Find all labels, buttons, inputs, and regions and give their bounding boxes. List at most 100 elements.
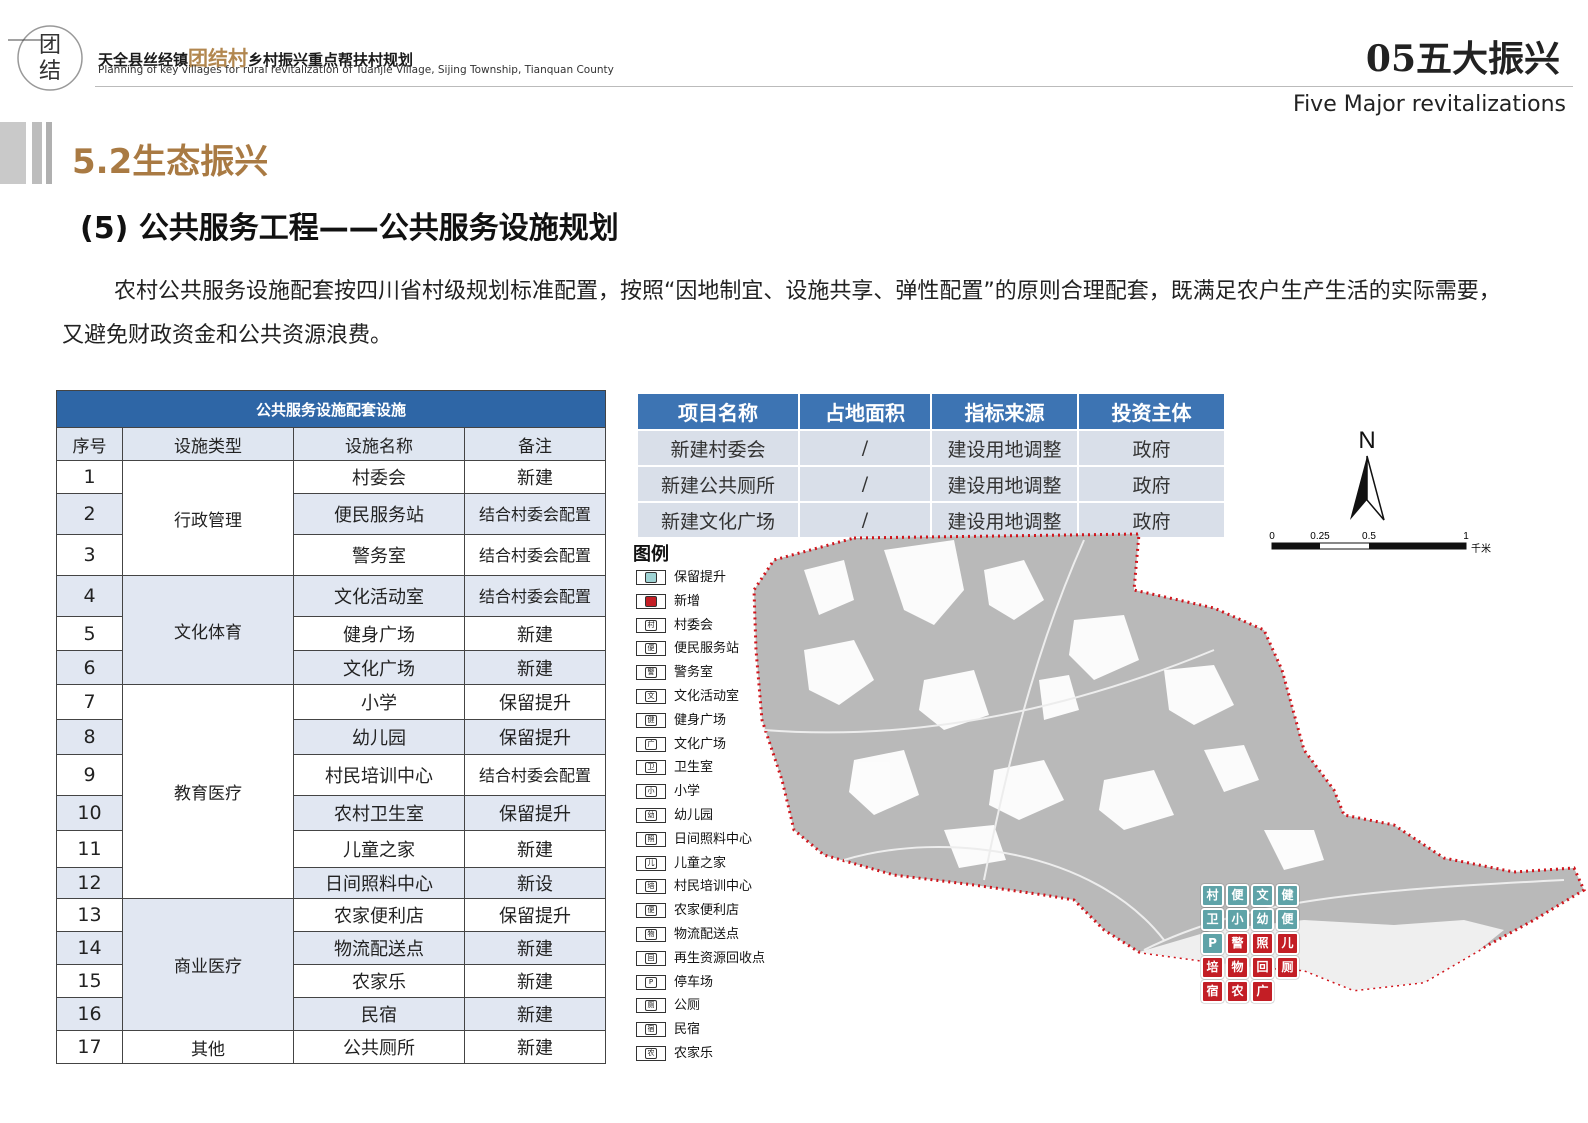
- legend-label: 农家乐: [674, 1046, 714, 1061]
- table-header: 设施类型: [122, 427, 294, 461]
- map-marker[interactable]: P: [1201, 932, 1224, 955]
- legend-symbol-icon: 回: [636, 950, 666, 966]
- row-number: 15: [56, 964, 123, 998]
- legend-item: P 停车场: [636, 971, 713, 991]
- map-marker[interactable]: 小: [1226, 908, 1249, 931]
- map-marker[interactable]: 儿: [1276, 932, 1299, 955]
- legend-label: 健身广场: [674, 712, 727, 728]
- legend-label: 停车场: [674, 974, 714, 990]
- legend-label: 文化广场: [674, 736, 727, 752]
- facility-name: 公共厕所: [293, 1030, 465, 1064]
- legend-label: 民宿: [674, 1022, 701, 1038]
- group-cell: 其他: [122, 1030, 294, 1064]
- map-marker[interactable]: 厕: [1276, 956, 1299, 979]
- legend-item: 卫卫生室: [636, 756, 713, 776]
- map-marker[interactable]: 村: [1201, 884, 1224, 907]
- facility-name: 村委会: [293, 460, 465, 494]
- legend-item: 健健身广场: [636, 709, 726, 729]
- facilities-table: 公共服务设施配套设施 序号 设施类型 设施名称 备注 1 行政管理 村委会 新建…: [55, 390, 607, 1064]
- map-marker[interactable]: 回: [1251, 956, 1274, 979]
- facility-name: 文化活动室: [293, 575, 465, 617]
- legend-symbol-icon: 便: [636, 641, 666, 657]
- facility-note: 新建: [463, 830, 607, 868]
- group-cell: 教育医疗: [122, 684, 294, 899]
- legend-symbol-icon: 厕: [636, 998, 666, 1014]
- map-marker[interactable]: 便: [1276, 908, 1299, 931]
- row-number: 16: [56, 997, 123, 1031]
- project-table-header: 指标来源: [932, 394, 1077, 429]
- project-cell: 新建公共厕所: [638, 467, 798, 501]
- legend-symbol-icon: 村: [636, 617, 666, 633]
- legend-item: 培村民培训中心: [636, 875, 752, 895]
- subsection-heading: 5.2生态振兴: [72, 142, 269, 182]
- legend-item: 保留提升: [636, 566, 726, 586]
- legend-symbol-icon: 广: [636, 736, 666, 752]
- facility-note: 新建: [463, 931, 607, 965]
- facility-name: 便民服务站: [293, 493, 465, 535]
- heading-bar-decoration: [0, 122, 26, 184]
- legend-label: 物流配送点: [674, 927, 740, 942]
- legend-label: 新增: [674, 593, 701, 609]
- project-table-header: 项目名称: [638, 394, 798, 429]
- map-marker[interactable]: 警: [1226, 932, 1249, 955]
- legend-label: 幼儿园: [674, 808, 714, 823]
- row-number: 8: [56, 719, 123, 755]
- legend-symbol-icon: [636, 593, 666, 609]
- legend-label: 文化活动室: [674, 689, 740, 704]
- map-marker[interactable]: 培: [1201, 956, 1224, 979]
- map-marker[interactable]: 文: [1251, 884, 1274, 907]
- header-divider: [95, 86, 1573, 87]
- facility-name: 文化广场: [293, 650, 465, 685]
- legend-item: 幼幼儿园: [636, 804, 713, 824]
- facility-note: 保留提升: [463, 719, 607, 755]
- legend-symbol-icon: 幼: [636, 808, 666, 823]
- map-marker[interactable]: 广: [1251, 980, 1274, 1003]
- row-number: 6: [56, 650, 123, 685]
- project-cell: 建设用地调整: [932, 431, 1077, 465]
- legend-item: 文文化活动室: [636, 685, 739, 705]
- project-table-header: 投资主体: [1079, 394, 1224, 429]
- legend-symbol-icon: 文: [636, 689, 666, 704]
- legend-symbol-icon: 警: [636, 665, 666, 681]
- row-number: 3: [56, 534, 123, 576]
- legend-label: 村委会: [674, 617, 714, 633]
- legend-symbol-icon: 儿: [636, 855, 666, 871]
- facility-name: 警务室: [293, 534, 465, 576]
- project-cell: 新建村委会: [638, 431, 798, 465]
- legend-label: 卫生室: [674, 760, 714, 776]
- legend-item: 小小学: [636, 780, 700, 800]
- legend-label: 警务室: [674, 665, 714, 681]
- facility-note: 新设: [463, 867, 607, 899]
- project-cell: 建设用地调整: [932, 467, 1077, 501]
- legend-symbol-icon: 培: [636, 879, 666, 895]
- legend-title: 图例: [633, 544, 669, 565]
- map-marker[interactable]: 物: [1226, 956, 1249, 979]
- section-title: 05五大振兴: [1365, 38, 1560, 80]
- map-marker[interactable]: 幼: [1251, 908, 1274, 931]
- map-marker[interactable]: 农: [1226, 980, 1249, 1003]
- legend-label: 再生资源回收点: [674, 950, 766, 966]
- legend-symbol-icon: 物: [636, 927, 666, 942]
- logo-char-2: 结: [39, 59, 61, 84]
- legend-symbol-icon: 便: [636, 903, 666, 919]
- legend-label: 保留提升: [674, 570, 727, 585]
- table-row: 17 其他 公共厕所 新建: [56, 1030, 607, 1064]
- legend-symbol-icon: 卫: [636, 760, 666, 776]
- facility-name: 健身广场: [293, 616, 465, 651]
- table-row: 1 行政管理 村委会 新建: [56, 460, 607, 576]
- facility-name: 小学: [293, 684, 465, 720]
- map-marker[interactable]: 健: [1276, 884, 1299, 907]
- facility-name: 村民培训中心: [293, 754, 465, 796]
- map-marker[interactable]: 照: [1251, 932, 1274, 955]
- intro-paragraph: 农村公共服务设施配套按四川省村级规划标准配置，按照“因地制宜、设施共享、弹性配置…: [62, 279, 1501, 348]
- facility-name: 农村卫生室: [293, 795, 465, 831]
- legend-label: 小学: [674, 784, 701, 800]
- project-table-header: 占地面积: [800, 394, 930, 429]
- legend-label: 农家便利店: [674, 903, 740, 919]
- row-number: 13: [56, 898, 123, 932]
- map-marker[interactable]: 宿: [1201, 980, 1224, 1003]
- map-marker[interactable]: 卫: [1201, 908, 1224, 931]
- legend-symbol-icon: 健: [636, 712, 666, 728]
- map-marker[interactable]: 便: [1226, 884, 1249, 907]
- row-number: 11: [56, 830, 123, 868]
